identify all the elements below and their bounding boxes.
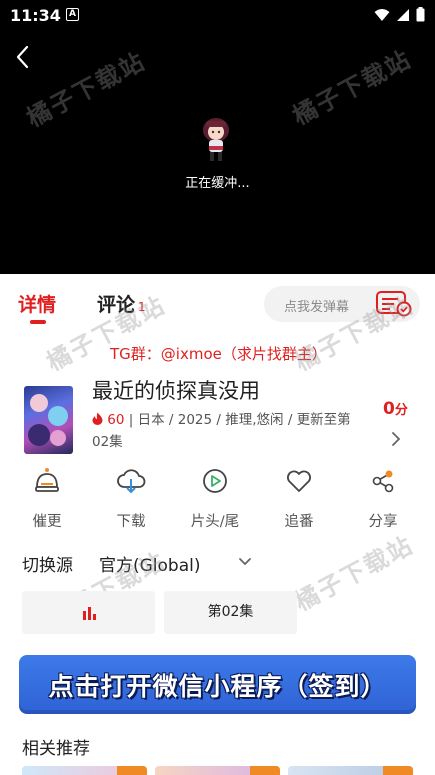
- source-select[interactable]: 官方(Global): [99, 551, 201, 576]
- video-player[interactable]: 11:34 A 正在缓冲... 橘子下载站 橘子下载站: [0, 0, 435, 274]
- action-label: 下载: [116, 514, 146, 530]
- related-title: 相关推荐: [22, 739, 90, 759]
- buffering-mascot-icon: [203, 118, 229, 161]
- anime-cover-image[interactable]: [24, 386, 73, 454]
- danmaku-placeholder: 点我发弹幕: [284, 300, 350, 315]
- fire-icon: [92, 412, 103, 425]
- action-label: 催更: [32, 514, 62, 530]
- status-time: 11:34: [10, 6, 61, 25]
- watermark: 橘子下载站: [290, 530, 419, 617]
- bell-icon: [35, 468, 59, 492]
- related-card[interactable]: [288, 766, 413, 775]
- wechat-miniprogram-banner[interactable]: 点击打开微信小程序（签到）: [19, 655, 416, 714]
- action-label: 分享: [368, 514, 398, 530]
- action-label: 追番: [284, 514, 314, 530]
- episode-item[interactable]: 第02集: [164, 591, 297, 634]
- skip-intro-outro-button[interactable]: 片头/尾: [180, 466, 250, 531]
- tab-details[interactable]: 详情: [18, 290, 56, 317]
- comments-count-badge: 1: [138, 300, 146, 314]
- score-unit: 分: [394, 403, 408, 418]
- notification-icon: A: [66, 8, 79, 21]
- tab-comments[interactable]: 评论: [97, 290, 135, 317]
- related-card[interactable]: [155, 766, 280, 775]
- signal-icon: [397, 8, 409, 21]
- follow-button[interactable]: 追番: [264, 466, 334, 531]
- status-icons: [374, 7, 425, 22]
- chevron-down-icon[interactable]: [238, 557, 252, 567]
- action-label: 片头/尾: [190, 514, 240, 530]
- share-button[interactable]: 分享: [348, 466, 418, 531]
- heart-icon: [287, 470, 311, 492]
- buffering-text: 正在缓冲...: [185, 176, 250, 191]
- battery-icon: [416, 7, 425, 22]
- anime-title: 最近的侦探真没用: [92, 379, 260, 403]
- episode-sort-button[interactable]: [22, 591, 155, 634]
- tg-group-notice[interactable]: TG群：@ixmoe（求片找群主）: [110, 343, 327, 364]
- score: 0分: [383, 399, 408, 419]
- back-arrow-icon[interactable]: [12, 44, 36, 70]
- play-circle-icon: [203, 469, 227, 493]
- banner-text: 点击打开微信小程序（签到）: [48, 672, 387, 701]
- anime-meta-text: | 日本 / 2025 / 推理,悠闲 / 更新至第02集: [92, 412, 351, 450]
- source-label: 切换源: [22, 556, 73, 576]
- score-value: 0: [383, 399, 395, 419]
- chevron-right-icon[interactable]: [390, 432, 402, 446]
- watermark: 橘子下载站: [22, 46, 151, 133]
- share-icon: [372, 470, 394, 493]
- tab-active-indicator: [30, 320, 46, 324]
- download-button[interactable]: 下载: [96, 466, 166, 531]
- details-sheet: 详情 评论 1 点我发弹幕 TG群：@ixmoe（求片找群主） 橘子下载站 橘子…: [0, 274, 435, 775]
- danmaku-settings-icon[interactable]: [376, 291, 412, 317]
- status-bar: 11:34 A: [0, 0, 435, 30]
- wifi-icon: [374, 8, 390, 21]
- related-card[interactable]: [22, 766, 147, 775]
- cloud-download-icon: [117, 469, 146, 494]
- hot-count: 60: [107, 412, 125, 428]
- remind-update-button[interactable]: 催更: [12, 466, 82, 531]
- bar-chart-icon: [82, 607, 96, 620]
- anime-meta[interactable]: 60 | 日本 / 2025 / 推理,悠闲 / 更新至第02集: [92, 409, 360, 453]
- action-bar: 催更 下载 片头/尾 追番 分享: [0, 466, 435, 530]
- tab-bar: 详情 评论 1 点我发弹幕: [0, 274, 435, 334]
- watermark: 橘子下载站: [288, 44, 417, 131]
